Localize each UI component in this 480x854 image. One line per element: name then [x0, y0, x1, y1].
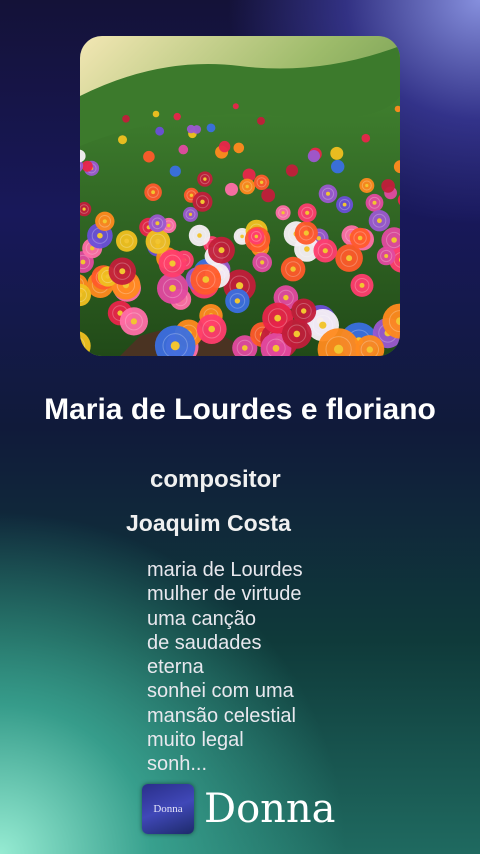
author-name: Joaquim Costa: [126, 510, 291, 536]
flower-center: [188, 212, 193, 216]
flower-center: [259, 180, 264, 184]
song-title: Maria de Lourdes e floriano: [44, 393, 436, 426]
lyric-line: uma canção: [147, 607, 256, 630]
flower-center: [272, 344, 280, 352]
flower-center: [155, 221, 160, 226]
lyric-line: maria de Lourdes: [147, 559, 303, 581]
flower-blossom: [155, 126, 165, 136]
lyric-line: muito legal: [147, 729, 244, 752]
flower-center: [208, 325, 215, 333]
flower-blossom: [206, 123, 216, 133]
flower-blossom: [122, 115, 130, 123]
flower-center: [342, 202, 347, 207]
flower-blossom: [261, 188, 276, 203]
flower-center: [366, 346, 373, 353]
flower-center: [293, 330, 301, 338]
flower-blossom: [232, 103, 239, 110]
flower-center: [80, 259, 86, 265]
flower-blossom: [186, 124, 196, 134]
flower-center: [319, 321, 327, 329]
lyric-line: mulher de virtude: [147, 583, 302, 606]
flower-center: [203, 177, 207, 181]
flower-blossom: [173, 112, 181, 121]
flower-center: [97, 232, 103, 239]
flower-center: [260, 260, 265, 265]
flower-center: [170, 341, 180, 351]
flower-blossom: [331, 159, 345, 174]
flower-center: [359, 282, 365, 288]
app-icon: Donna: [142, 784, 194, 834]
flower-center: [218, 247, 225, 254]
flower-center: [391, 237, 397, 243]
flower-center: [346, 255, 353, 262]
flower-blossom: [285, 164, 299, 177]
cover-artwork: [80, 36, 400, 356]
flower-blossom: [381, 179, 395, 193]
flower-center: [102, 219, 107, 224]
flower-blossom: [330, 146, 344, 160]
flower-center: [322, 248, 328, 254]
flower-center: [357, 235, 363, 241]
flower-center: [189, 193, 194, 197]
flower-center: [151, 190, 155, 195]
lyric-line: de saudades: [147, 631, 262, 654]
flower-center: [242, 345, 248, 351]
flower-center: [304, 246, 310, 252]
flower-center: [254, 234, 259, 239]
flower-center: [303, 230, 309, 236]
flower-center: [301, 308, 307, 314]
brand-name: Donna: [204, 786, 336, 832]
flower-blossom: [81, 160, 93, 172]
flower-center: [234, 298, 241, 304]
flower-center: [245, 184, 249, 189]
flower-blossom: [143, 150, 155, 163]
flower-blossom: [233, 142, 245, 154]
lyrics-preview: maria de Lourdes mulher de virtude uma c…: [147, 558, 407, 777]
brand-logo[interactable]: Donna Donna: [142, 784, 336, 834]
flower-center: [274, 314, 282, 322]
composer-label: compositor: [150, 466, 281, 493]
flower-blossom: [257, 116, 265, 125]
flower-blossom: [169, 165, 181, 177]
flower-center: [169, 260, 176, 267]
flower-center: [119, 268, 126, 275]
flower-center: [82, 207, 86, 211]
flower-center: [283, 294, 289, 301]
flower-center: [197, 233, 202, 238]
lyric-line: sonhei com uma: [147, 680, 294, 703]
flower-center: [130, 318, 137, 325]
flower-center: [281, 211, 285, 215]
flower-center: [202, 276, 210, 283]
lyric-line: eterna: [147, 656, 204, 679]
flower-center: [372, 200, 377, 205]
lyric-line: mansão celestial: [147, 704, 296, 727]
flower-center: [326, 191, 330, 196]
flower-blossom: [361, 133, 371, 143]
flower-center: [305, 210, 310, 215]
flower-center: [290, 266, 296, 272]
flower-center: [124, 238, 130, 244]
flower-center: [240, 234, 244, 239]
flower-center: [334, 344, 344, 354]
flower-center: [167, 223, 171, 228]
flower-center: [365, 183, 369, 188]
flower-center: [155, 238, 161, 245]
flower-blossom: [118, 135, 127, 145]
flower-blossom: [218, 140, 231, 153]
flower-blossom: [307, 150, 320, 163]
flower-center: [169, 284, 176, 292]
flower-center: [384, 254, 389, 258]
flower-center: [377, 218, 382, 224]
lyric-line: sonh...: [147, 753, 208, 776]
flower-center: [236, 282, 244, 290]
flower-blossom: [152, 110, 160, 118]
flower-center: [200, 199, 205, 204]
flower-blossom: [178, 144, 189, 155]
flower-blossom: [225, 182, 238, 196]
